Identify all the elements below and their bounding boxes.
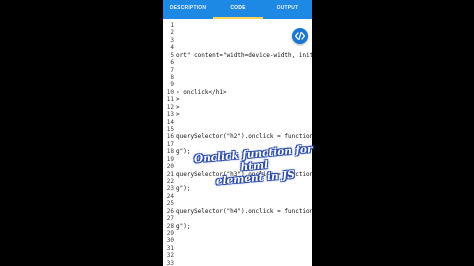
code-editor[interactable]: 1 2 3 4 5 ort" content="width=device-width, i… bbox=[163, 19, 312, 266]
code-line[interactable]: 33 bbox=[163, 259, 312, 266]
left-letterbox bbox=[0, 0, 163, 266]
line-number: 33 bbox=[166, 259, 174, 266]
code-icon bbox=[294, 31, 306, 41]
phone-screen: DESCRIPTION CODE OUTPUT 1 2 3 4 5 ort" conten… bbox=[163, 0, 312, 266]
tab-bar: DESCRIPTION CODE OUTPUT bbox=[163, 0, 312, 19]
right-letterbox bbox=[312, 0, 474, 266]
tab-output[interactable]: OUTPUT bbox=[263, 0, 312, 19]
run-code-button[interactable] bbox=[292, 28, 308, 44]
tab-description[interactable]: DESCRIPTION bbox=[163, 0, 213, 19]
